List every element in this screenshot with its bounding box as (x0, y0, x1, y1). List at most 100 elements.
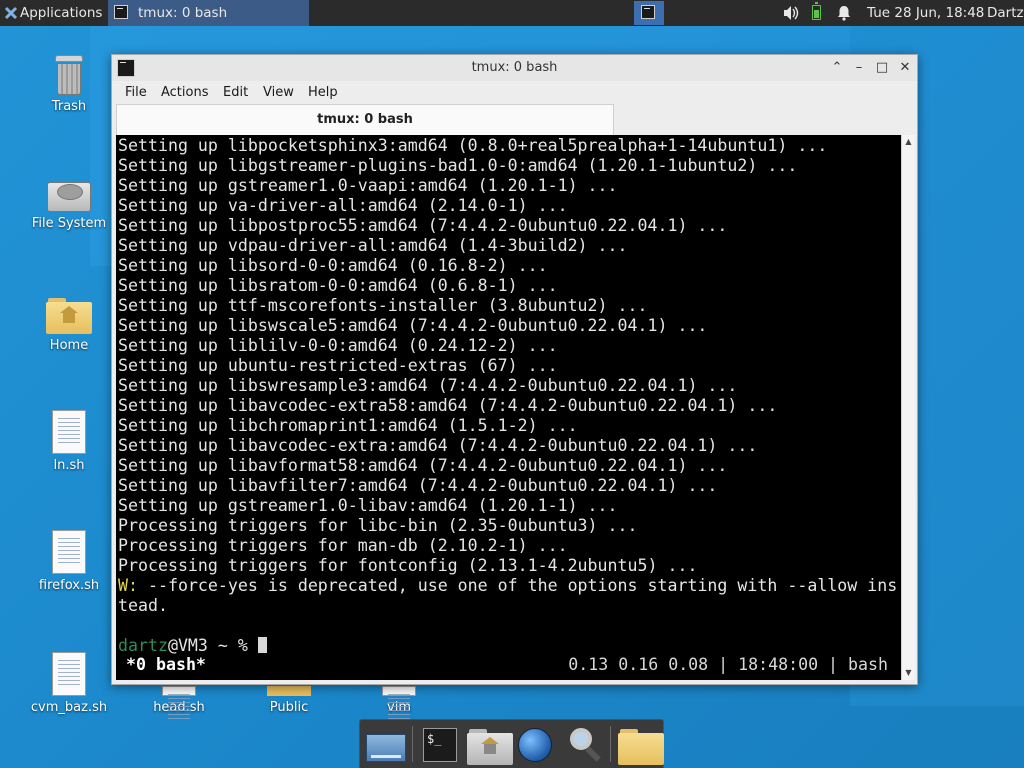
close-button[interactable]: ✕ (896, 59, 914, 77)
terminal-line: Setting up ubuntu-restricted-extras (67)… (118, 356, 558, 375)
applications-menu[interactable]: Applications (2, 0, 102, 26)
terminal-line: Setting up libgstreamer-plugins-bad1.0-0… (118, 156, 798, 175)
terminal-icon (114, 5, 128, 19)
tab-label: tmux: 0 bash (317, 112, 413, 127)
menu-file[interactable]: File (125, 81, 147, 105)
window-titlebar[interactable]: tmux: 0 bash ⌃ – □ ✕ (112, 55, 917, 81)
script-file-icon (52, 410, 86, 454)
terminal-line: Setting up libpostproc55:amd64 (7:4.4.2-… (118, 216, 728, 235)
terminal-window[interactable]: tmux: 0 bash ⌃ – □ ✕ File Actions Edit V… (111, 54, 918, 685)
tmux-window-list[interactable]: *0 bash* (126, 655, 206, 675)
search-icon-handle (585, 746, 601, 762)
desktop-icon-vim[interactable]: vim (354, 686, 444, 722)
folder-icon (618, 729, 664, 765)
applications-label: Applications (20, 5, 103, 21)
notification-bell-icon[interactable] (836, 0, 852, 26)
warning-text: --force-yes is deprecated, use one of th… (137, 576, 898, 595)
dock-home-folder[interactable] (466, 726, 513, 765)
battery-icon[interactable] (812, 2, 821, 20)
terminal-line: Setting up gstreamer1.0-libav:amd64 (1.2… (118, 496, 618, 515)
menu-view[interactable]: View (263, 81, 294, 105)
window-menubar: File Actions Edit View Help (112, 81, 917, 105)
terminal-lines: Setting up libpocketsphinx3:amd64 (0.8.0… (118, 136, 900, 656)
prompt-host: @VM3 ~ % (167, 636, 258, 655)
terminal-line: Processing triggers for libc-bin (2.35-0… (118, 516, 638, 535)
warning-line: W: --force-yes is deprecated, use one of… (118, 576, 900, 596)
terminal-line: Processing triggers for man-db (2.10.2-1… (118, 536, 568, 555)
terminal-scrollbar[interactable]: ▲ ▼ (901, 135, 915, 680)
panel-clock[interactable]: Tue 28 Jun, 18:48 (867, 0, 984, 26)
terminal-icon: $_ (423, 728, 457, 762)
dock-separator (412, 726, 413, 762)
xfce-logo-icon (4, 6, 18, 20)
desktop-icon-label: cvm_baz.sh (30, 700, 108, 715)
terminal-line: Setting up libchromaprint1:amd64 (1.5.1-… (118, 416, 578, 435)
terminal-icon (641, 5, 655, 19)
desktop-icon-cvm-baz-sh[interactable]: cvm_baz.sh (24, 652, 114, 715)
desktop-icon-public[interactable]: Public (244, 686, 334, 715)
dock-show-desktop[interactable] (364, 726, 406, 764)
terminal-line: Setting up gstreamer1.0-vaapi:amd64 (1.2… (118, 176, 618, 195)
tmux-status-bar: *0 bash* 0.13 0.16 0.08 | 18:48:00 | bas… (118, 655, 888, 675)
desktop-icon-label: File System (31, 216, 107, 231)
tmux-status-info: 0.13 0.16 0.08 | 18:48:00 | bash (568, 655, 888, 674)
trash-icon (54, 55, 84, 95)
hard-drive-icon (47, 178, 91, 212)
desktop-icon-file-system[interactable]: File System (24, 178, 114, 231)
dock-web-browser[interactable] (514, 726, 556, 764)
desktop-icon-label: Home (49, 338, 89, 353)
globe-icon (518, 728, 552, 762)
terminal-line: Setting up libavcodec-extra58:amd64 (7:4… (118, 396, 778, 415)
menu-edit[interactable]: Edit (223, 81, 248, 105)
taskbar-window-label: tmux: 0 bash (138, 5, 228, 21)
dock-files[interactable] (617, 726, 664, 765)
home-folder-icon (467, 729, 513, 765)
volume-icon[interactable] (782, 0, 800, 26)
dock-app-finder[interactable] (562, 726, 604, 764)
desktop-icon-label: Trash (51, 99, 87, 114)
terminal-line: Setting up libavformat58:amd64 (7:4.4.2-… (118, 456, 728, 475)
terminal-line: Setting up vdpau-driver-all:amd64 (1.4-3… (118, 236, 628, 255)
minimize-button[interactable]: – (850, 59, 868, 77)
terminal-output[interactable]: Setting up libpocketsphinx3:amd64 (0.8.0… (116, 135, 901, 680)
desktop-icon-ln-sh[interactable]: ln.sh (24, 410, 114, 473)
terminal-line: Setting up libsord-0-0:amd64 (0.16.8-2) … (118, 256, 548, 275)
text-cursor (257, 637, 267, 653)
shade-button[interactable]: ⌃ (828, 59, 846, 77)
warning-prefix: W: (118, 576, 138, 595)
workspace-switcher[interactable] (634, 1, 664, 25)
taskbar-window-button[interactable]: tmux: 0 bash (108, 0, 309, 26)
desktop-icon-head-sh[interactable]: head.sh (134, 686, 224, 722)
desktop-icon-trash[interactable]: Trash (24, 55, 114, 114)
script-file-icon (52, 652, 86, 696)
terminal-line: Processing triggers for fontconfig (2.13… (118, 556, 698, 575)
dock-terminal[interactable]: $_ (419, 726, 461, 764)
scroll-up-arrow-icon[interactable]: ▲ (902, 135, 915, 149)
script-file-icon (382, 686, 416, 722)
maximize-button[interactable]: □ (873, 59, 891, 77)
tab-tmux-bash[interactable]: tmux: 0 bash (116, 104, 614, 135)
shell-prompt[interactable]: dartz@VM3 ~ % (118, 636, 900, 656)
menu-help[interactable]: Help (308, 81, 338, 105)
menu-actions[interactable]: Actions (161, 81, 209, 105)
show-desktop-icon (366, 734, 406, 762)
terminal-line: Setting up libavcodec-extra:amd64 (7:4.4… (118, 436, 758, 455)
scroll-down-arrow-icon[interactable]: ▼ (902, 666, 915, 680)
terminal-line: Setting up libswresample3:amd64 (7:4.4.2… (118, 376, 738, 395)
terminal-line: Setting up va-driver-all:amd64 (2.14.0-1… (118, 196, 568, 215)
desktop-icon-label: firefox.sh (38, 578, 100, 593)
terminal-line: Setting up libsratom-0-0:amd64 (0.6.8-1)… (118, 276, 558, 295)
top-panel: Applications tmux: 0 bash Tue 28 Jun, 18… (0, 0, 1024, 26)
window-title: tmux: 0 bash (471, 60, 558, 75)
folder-icon (267, 686, 311, 696)
desktop-icon-home[interactable]: Home (24, 298, 114, 353)
home-folder-icon (46, 298, 92, 334)
script-file-icon (52, 530, 86, 574)
terminal-line: Setting up libavfilter7:amd64 (7:4.4.2-0… (118, 476, 718, 495)
desktop-icon-firefox-sh[interactable]: firefox.sh (24, 530, 114, 593)
terminal-line: Setting up ttf-mscorefonts-installer (3.… (118, 296, 648, 315)
user-menu[interactable]: Dartz (987, 0, 1024, 26)
warning-line-continued: tead. (118, 596, 168, 615)
desktop-icon-label: Public (269, 700, 309, 715)
dock-separator (610, 726, 611, 762)
